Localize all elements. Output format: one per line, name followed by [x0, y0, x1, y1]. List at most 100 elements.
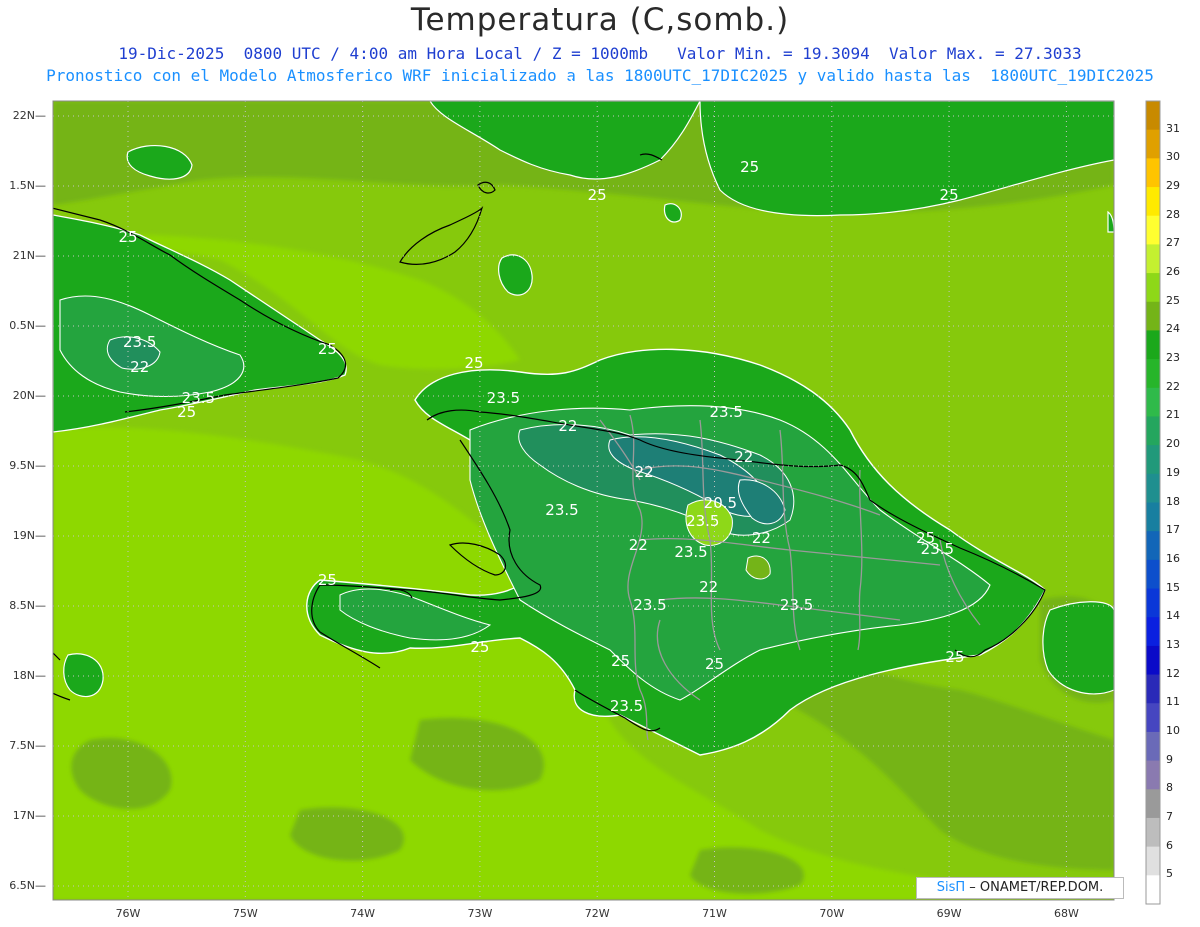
- credit-text: – ONAMET/REP.DOM.: [965, 880, 1104, 895]
- colorbar-swatch: [1146, 703, 1160, 733]
- colorbar-swatch: [1146, 215, 1160, 245]
- contour-label: 25: [740, 158, 759, 176]
- colorbar-swatch: [1146, 445, 1160, 475]
- contour-label: 25: [940, 186, 959, 204]
- colorbar-level-label: 24: [1166, 322, 1180, 336]
- colorbar-swatch: [1146, 187, 1160, 217]
- longitude-label: 72W: [584, 907, 610, 920]
- contour-label: 23.5: [780, 596, 813, 614]
- contour-label: 22: [558, 417, 577, 435]
- colorbar-level-label: 31: [1166, 121, 1180, 135]
- latitude-label: 0.5N—: [9, 319, 46, 332]
- colorbar-swatch: [1146, 559, 1160, 590]
- colorbar-swatch: [1146, 101, 1160, 131]
- colorbar-level-label: 19: [1166, 465, 1180, 479]
- contour-label: 25: [611, 652, 630, 670]
- contour-label: 25: [464, 354, 483, 372]
- contour-label: 25: [705, 655, 724, 673]
- colorbar-level-label: 30: [1166, 150, 1180, 164]
- colorbar-swatch: [1146, 473, 1160, 503]
- colorbar-level-label: 22: [1166, 379, 1180, 393]
- colorbar-swatch: [1146, 760, 1160, 790]
- colorbar-level-label: 28: [1166, 207, 1180, 221]
- colorbar-level-label: 8: [1166, 781, 1173, 795]
- longitude-label: 75W: [232, 907, 258, 920]
- colorbar-swatch: [1146, 617, 1160, 647]
- contour-label: 23.5: [686, 512, 719, 530]
- longitude-label: 74W: [350, 907, 376, 920]
- colorbar: [1145, 100, 1161, 905]
- longitude-label: 69W: [936, 907, 962, 920]
- longitude-label: 73W: [467, 907, 493, 920]
- colorbar-level-label: 21: [1166, 408, 1180, 422]
- contour-label: 23.5: [921, 540, 954, 558]
- credit-box: SisΠ – ONAMET/REP.DOM.: [916, 877, 1124, 899]
- colorbar-swatch: [1146, 129, 1160, 159]
- colorbar-level-label: 5: [1166, 867, 1173, 881]
- latitude-label: 9.5N—: [9, 459, 46, 472]
- latitude-label: 21N—: [12, 249, 46, 262]
- colorbar-swatch: [1146, 588, 1160, 618]
- colorbar-swatch: [1146, 416, 1160, 446]
- colorbar-swatch: [1146, 789, 1160, 819]
- colorbar-level-label: 25: [1166, 293, 1180, 307]
- latitude-label: 22N—: [12, 109, 46, 122]
- contour-label: 25: [318, 340, 337, 358]
- colorbar-level-label: 26: [1166, 265, 1180, 279]
- latitude-label: 19N—: [12, 529, 46, 542]
- colorbar-swatch: [1146, 875, 1160, 905]
- colorbar-level-label: 6: [1166, 838, 1173, 852]
- latitude-label: 7.5N—: [9, 739, 46, 752]
- colorbar-swatch: [1146, 359, 1160, 389]
- contour-label: 22: [699, 578, 718, 596]
- contour-label: 25: [945, 648, 964, 666]
- latitude-label: 6.5N—: [9, 879, 46, 892]
- colorbar-swatch: [1146, 645, 1160, 676]
- contour-label: 22: [734, 448, 753, 466]
- colorbar-level-label: 10: [1166, 723, 1180, 737]
- colorbar-level-label: 18: [1166, 494, 1180, 508]
- credit-brand: SisΠ: [936, 880, 966, 895]
- latitude-label: 8.5N—: [9, 599, 46, 612]
- colorbar-level-label: 15: [1166, 580, 1180, 594]
- colorbar-swatch: [1146, 301, 1160, 331]
- contour-label: 23.5: [545, 501, 578, 519]
- contour-label: 25: [564, 74, 583, 92]
- longitude-label: 70W: [819, 907, 845, 920]
- contour-label: 25: [588, 186, 607, 204]
- contour-label: 25: [318, 571, 337, 589]
- colorbar-swatch: [1146, 817, 1160, 848]
- latitude-label: 20N—: [12, 389, 46, 402]
- colorbar-level-label: 20: [1166, 437, 1180, 451]
- colorbar-level-label: 23: [1166, 351, 1180, 365]
- colorbar-level-label: 9: [1166, 752, 1173, 766]
- contour-label: 23.5: [633, 596, 666, 614]
- colorbar-swatch: [1146, 158, 1160, 188]
- temperature-map: 252525 2525252525252525 25252523.52223.5 23…: [52, 74, 1161, 905]
- contour-label: 23.5: [487, 389, 520, 407]
- colorbar-swatch: [1146, 846, 1160, 876]
- contour-label: 22: [752, 529, 771, 547]
- colorbar-swatch: [1146, 731, 1160, 762]
- contour-label: 23.5: [674, 543, 707, 561]
- contour-label: 23.5: [123, 333, 156, 351]
- colorbar-level-label: 11: [1166, 695, 1180, 709]
- longitude-label: 76W: [115, 907, 141, 920]
- contour-label: 25: [470, 638, 489, 656]
- colorbar-swatch: [1146, 502, 1160, 532]
- colorbar-swatch: [1146, 273, 1160, 303]
- longitude-label: 68W: [1053, 907, 1079, 920]
- longitude-label: 71W: [702, 907, 727, 920]
- contour-label: 20.5: [704, 494, 737, 512]
- colorbar-level-label: 27: [1166, 236, 1180, 250]
- latitude-label: 1.5N—: [9, 179, 46, 192]
- colorbar-swatch: [1146, 330, 1160, 360]
- contour-label: 23.5: [610, 697, 643, 715]
- colorbar-swatch: [1146, 531, 1160, 561]
- colorbar-level-label: 16: [1166, 551, 1180, 565]
- colorbar-swatch: [1146, 244, 1160, 274]
- colorbar-level-label: 17: [1166, 523, 1180, 537]
- latitude-label: 18N—: [12, 669, 46, 682]
- colorbar-level-label: 12: [1166, 666, 1180, 680]
- contour-label: 23.5: [182, 389, 215, 407]
